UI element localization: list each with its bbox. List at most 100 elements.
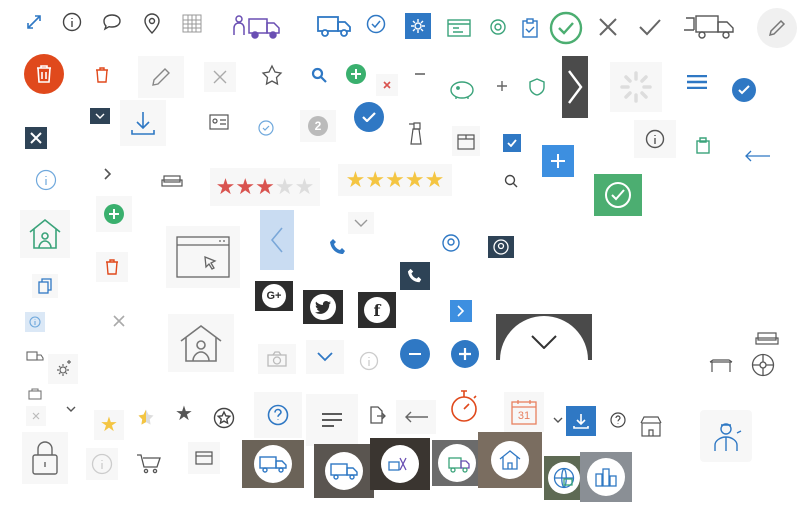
chevron-down-icon[interactable] xyxy=(552,414,564,426)
question-circle-icon[interactable] xyxy=(254,392,302,438)
check-blue-circle-icon[interactable] xyxy=(732,78,756,102)
chevron-down-round-icon[interactable] xyxy=(496,314,592,360)
chevron-right-dark-icon[interactable] xyxy=(562,56,588,118)
close-light-icon[interactable] xyxy=(204,62,236,92)
pencil-icon[interactable] xyxy=(757,8,797,48)
calendar-day: 31 xyxy=(517,410,531,422)
plus-blue-square-icon[interactable] xyxy=(542,145,574,177)
photo-city-7[interactable] xyxy=(580,452,632,502)
star-filled[interactable]: ★ xyxy=(385,169,405,191)
trash-round-icon[interactable] xyxy=(24,54,64,94)
location-pin-icon[interactable] xyxy=(140,10,164,36)
twitter-icon[interactable] xyxy=(303,290,343,324)
star-filled[interactable]: ★ xyxy=(216,176,236,198)
info-bottom-icon[interactable] xyxy=(86,448,118,480)
photo-house-5[interactable] xyxy=(478,432,542,488)
chevron-down-dark-icon[interactable] xyxy=(90,108,110,124)
phone-dark-icon[interactable] xyxy=(400,262,430,290)
camera-icon[interactable] xyxy=(258,344,296,374)
chevron-left-icon[interactable] xyxy=(260,210,294,270)
download-icon[interactable] xyxy=(120,100,166,146)
close-red-icon[interactable] xyxy=(376,74,398,96)
facebook-icon[interactable]: f xyxy=(358,292,396,328)
photo-truck-1[interactable] xyxy=(242,440,304,488)
close-gray-icon[interactable] xyxy=(110,312,128,330)
info-outline-icon[interactable] xyxy=(634,120,676,158)
star-filled[interactable]: ★ xyxy=(255,176,275,198)
close-dark-icon[interactable] xyxy=(25,127,47,149)
plus-green-icon[interactable] xyxy=(346,64,366,84)
green-check-circle-icon[interactable] xyxy=(548,10,584,46)
check-circle-blue-icon[interactable] xyxy=(354,102,384,132)
mechanic-icon xyxy=(700,410,752,462)
star-gold-icon[interactable]: ★ xyxy=(94,410,124,440)
table-icon xyxy=(708,356,734,376)
star-rating-red[interactable]: ★ ★ ★ ★ ★ xyxy=(210,168,320,206)
chat-icon[interactable] xyxy=(100,10,124,34)
edit-pencil-icon[interactable] xyxy=(138,56,184,98)
star-empty[interactable]: ★ xyxy=(295,176,315,198)
photo-truck-3[interactable] xyxy=(370,438,430,490)
copy-icon[interactable] xyxy=(32,274,58,298)
minus-icon[interactable] xyxy=(410,64,430,84)
hamburger-icon[interactable] xyxy=(686,72,708,92)
lines-icon[interactable] xyxy=(306,394,358,446)
info-light-icon[interactable] xyxy=(25,312,45,332)
gear-plus-icon[interactable] xyxy=(48,354,78,384)
trash-red-icon[interactable] xyxy=(96,252,128,282)
check-outline-icon[interactable] xyxy=(256,118,276,138)
settings-badge-icon[interactable] xyxy=(405,13,431,39)
info-gray-icon[interactable] xyxy=(356,348,382,374)
chevron-down-icon[interactable] xyxy=(62,400,80,418)
search-icon[interactable] xyxy=(308,64,330,86)
star-filled[interactable]: ★ xyxy=(425,169,445,191)
download-blue-icon[interactable] xyxy=(566,406,596,436)
clipboard-green-icon xyxy=(692,134,714,156)
document-arrow-icon[interactable] xyxy=(366,404,388,426)
search-small-icon[interactable] xyxy=(502,172,520,190)
info-icon[interactable] xyxy=(60,10,84,34)
plus-icon[interactable] xyxy=(492,76,512,96)
photo-truck-4[interactable] xyxy=(432,440,482,486)
checkbox-checked-icon[interactable] xyxy=(503,134,521,152)
star-add-icon[interactable] xyxy=(258,62,286,90)
google-plus-icon[interactable]: G+ xyxy=(255,281,293,311)
close-icon[interactable] xyxy=(593,12,623,42)
calendar-grid-icon[interactable] xyxy=(180,10,204,36)
home-user-icon[interactable] xyxy=(20,210,70,258)
star-half-icon[interactable] xyxy=(134,406,158,430)
star-filled[interactable]: ★ xyxy=(365,169,385,191)
trash-icon[interactable] xyxy=(92,64,112,86)
plus-green-circle-icon[interactable] xyxy=(96,196,132,232)
arrow-left-icon[interactable] xyxy=(742,146,772,166)
check-green-square-icon[interactable] xyxy=(594,174,642,216)
close-light-icon[interactable] xyxy=(26,406,46,426)
user-circle-dark-icon[interactable] xyxy=(488,236,514,258)
chevron-right-blue-icon[interactable] xyxy=(450,300,472,322)
star-filled[interactable]: ★ xyxy=(235,176,255,198)
plus-blue-circle-icon[interactable] xyxy=(451,340,479,368)
user-circle-icon[interactable] xyxy=(440,232,462,254)
minus-blue-circle-icon[interactable] xyxy=(400,339,430,369)
info-circle-icon[interactable] xyxy=(30,164,62,196)
photo-globe-6[interactable] xyxy=(544,456,584,500)
star-filled[interactable]: ★ xyxy=(346,169,366,191)
chevron-down-blue-icon[interactable] xyxy=(306,340,344,374)
expand-icon[interactable] xyxy=(22,10,46,34)
star-dark-icon[interactable]: ★ xyxy=(172,402,196,426)
photo-truck-2[interactable] xyxy=(314,444,374,498)
star-empty[interactable]: ★ xyxy=(275,176,295,198)
cart-icon[interactable] xyxy=(134,452,164,476)
arrow-left-long-icon[interactable] xyxy=(396,400,436,434)
phone-icon[interactable] xyxy=(326,236,350,258)
shield-icon xyxy=(526,76,548,98)
star-circle-icon[interactable] xyxy=(212,406,236,430)
star-filled[interactable]: ★ xyxy=(405,169,425,191)
credit-card-icon[interactable] xyxy=(188,442,220,474)
question-small-icon[interactable] xyxy=(608,410,628,430)
checkmark-icon[interactable] xyxy=(633,12,667,42)
chevron-down-icon[interactable] xyxy=(348,212,374,234)
chevron-right-icon[interactable] xyxy=(98,164,118,184)
check-circle-icon[interactable] xyxy=(364,12,388,36)
star-rating-gold[interactable]: ★ ★ ★ ★ ★ xyxy=(338,164,452,196)
